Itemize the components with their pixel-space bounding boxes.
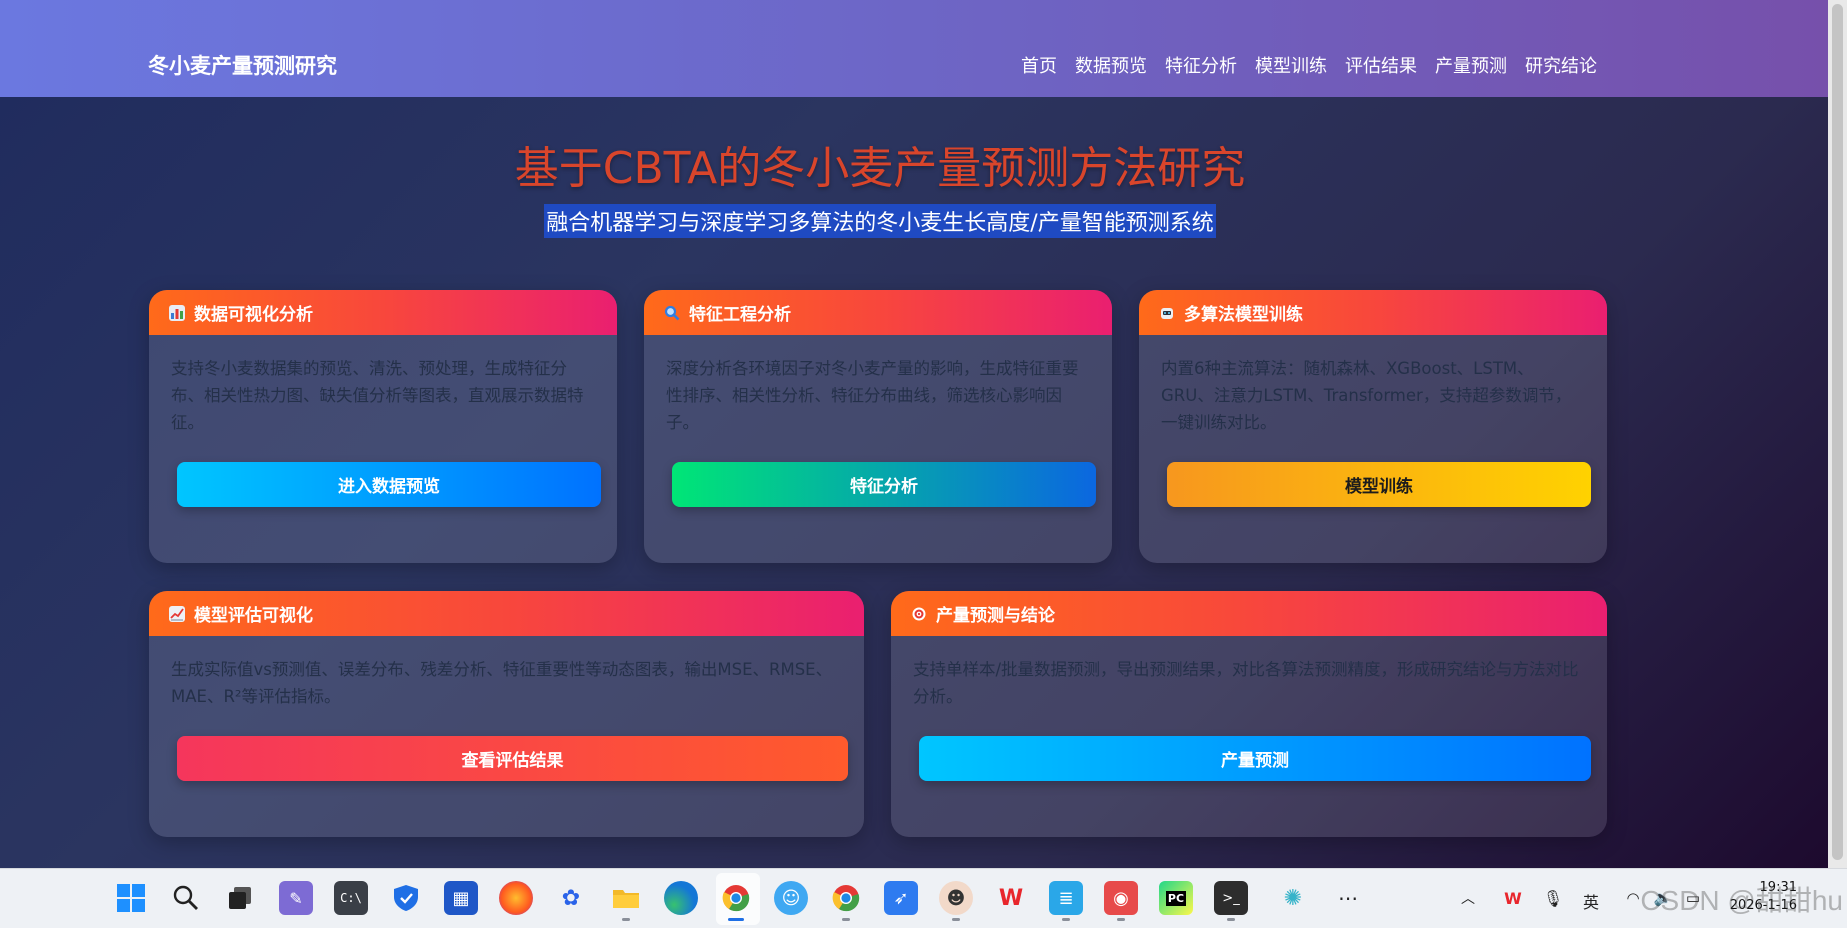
card-feature-engineering: 特征工程分析 深度分析各环境因子对冬小麦产量的影响，生成特征重要性排序、相关性分… [644,290,1112,563]
store-icon[interactable]: ▦ [444,881,478,915]
card-title: 多算法模型训练 [1184,305,1303,325]
card-model-evaluation: 模型评估可视化 生成实际值vs预测值、误差分布、残差分析、特征重要性等动态图表，… [149,591,864,837]
defender-icon[interactable] [389,881,423,915]
card-title: 产量预测与结论 [936,606,1055,626]
nav-feature-analysis[interactable]: 特征分析 [1165,52,1237,78]
card-description: 支持单样本/批量数据预测，导出预测结果，对比各算法预测精度，形成研究结论与方法对… [913,660,1579,706]
yield-prediction-button[interactable]: 产量预测 [919,736,1591,781]
nav-yield-prediction[interactable]: 产量预测 [1435,52,1507,78]
more-icon[interactable]: ⋯ [1331,881,1365,915]
feishu-icon[interactable]: ➶ [884,881,918,915]
card-header: 多算法模型训练 [1139,290,1607,335]
notepad-icon[interactable]: ≣ [1049,881,1083,921]
nav-links: 首页 数据预览 特征分析 模型训练 评估结果 产量预测 研究结论 [1021,52,1597,78]
task-view-icon[interactable] [223,881,257,915]
hero-title: 基于CBTA的冬小麦产量预测方法研究 [514,143,1246,194]
windows-start-icon[interactable] [114,881,148,915]
taskbar: ✎ C:\ ▦ ✿ ☺ ➶ ☻ W ≣ ◉ PC >_ ✺ ⋯ ︿ W 🎙 英 … [0,868,1847,928]
terminal-app-icon[interactable]: C:\ [334,881,368,915]
search-icon[interactable] [169,881,203,915]
card-description: 深度分析各环境因子对冬小麦产量的影响，生成特征重要性排序、相关性分析、特征分布曲… [666,359,1079,432]
edge-icon[interactable] [664,881,698,915]
app-red-icon[interactable]: ◉ [1104,881,1138,921]
target-icon [911,606,927,622]
magnifier-icon [664,305,680,321]
card-data-visualization: 数据可视化分析 支持冬小麦数据集的预览、清洗、预处理，生成特征分布、相关性热力图… [149,290,617,563]
copilot-icon[interactable]: ✺ [1276,881,1310,915]
wps-tray-icon[interactable]: W [1500,881,1526,915]
card-title: 数据可视化分析 [194,305,313,325]
bar-chart-icon [169,304,185,321]
nav-conclusion[interactable]: 研究结论 [1525,52,1597,78]
file-explorer-icon[interactable] [609,881,643,921]
card-title: 特征工程分析 [689,305,791,325]
line-chart-icon [169,605,185,622]
qq-icon[interactable]: ☺ [774,881,808,915]
vertical-scrollbar[interactable] [1828,0,1847,868]
data-preview-button[interactable]: 进入数据预览 [177,462,601,507]
chrome-alt-icon[interactable] [829,881,863,921]
card-model-training: 多算法模型训练 内置6种主流算法：随机森林、XGBoost、LSTM、GRU、注… [1139,290,1607,563]
feature-analysis-button[interactable]: 特征分析 [672,462,1096,507]
card-header: 数据可视化分析 [149,290,617,335]
wps-icon[interactable]: W [994,881,1028,915]
card-description: 内置6种主流算法：随机森林、XGBoost、LSTM、GRU、注意力LSTM、T… [1161,359,1572,432]
microphone-icon[interactable]: 🎙 [1540,881,1566,915]
site-brand[interactable]: 冬小麦产量预测研究 [148,50,337,80]
card-description: 支持冬小麦数据集的预览、清洗、预处理，生成特征分布、相关性热力图、缺失值分析等图… [171,359,584,432]
nav-evaluation[interactable]: 评估结果 [1345,52,1417,78]
browser-page: 冬小麦产量预测研究 首页 数据预览 特征分析 模型训练 评估结果 产量预测 研究… [0,0,1828,868]
ime-indicator[interactable]: 英 [1583,889,1599,913]
scrollbar-thumb[interactable] [1832,4,1843,860]
card-header: 特征工程分析 [644,290,1112,335]
firefox-icon[interactable] [499,881,533,915]
avatar-app-icon[interactable]: ☻ [939,881,973,921]
chevron-up-icon[interactable]: ︿ [1455,881,1481,915]
card-description: 生成实际值vs预测值、误差分布、残差分析、特征重要性等动态图表，输出MSE、RM… [171,660,833,706]
card-header: 模型评估可视化 [149,591,864,636]
cmd-icon[interactable]: >_ [1214,881,1248,921]
watermark-text: CSDN @甜甜hu [1640,885,1843,916]
card-yield-prediction: 产量预测与结论 支持单样本/批量数据预测，导出预测结果，对比各算法预测精度，形成… [891,591,1607,837]
chrome-icon[interactable] [719,881,753,921]
baidu-icon[interactable]: ✿ [554,881,588,915]
robot-icon [1159,305,1175,321]
nav-data-preview[interactable]: 数据预览 [1075,52,1147,78]
model-training-button[interactable]: 模型训练 [1167,462,1591,507]
card-title: 模型评估可视化 [194,606,313,626]
nav-model-training[interactable]: 模型训练 [1255,52,1327,78]
paint-icon[interactable]: ✎ [279,881,313,915]
card-header: 产量预测与结论 [891,591,1607,636]
view-evaluation-button[interactable]: 查看评估结果 [177,736,848,781]
pycharm-icon[interactable]: PC [1159,881,1193,915]
hero-subtitle: 融合机器学习与深度学习多算法的冬小麦生长高度/产量智能预测系统 [544,204,1216,238]
navbar: 冬小麦产量预测研究 首页 数据预览 特征分析 模型训练 评估结果 产量预测 研究… [0,0,1828,97]
nav-home[interactable]: 首页 [1021,52,1057,78]
